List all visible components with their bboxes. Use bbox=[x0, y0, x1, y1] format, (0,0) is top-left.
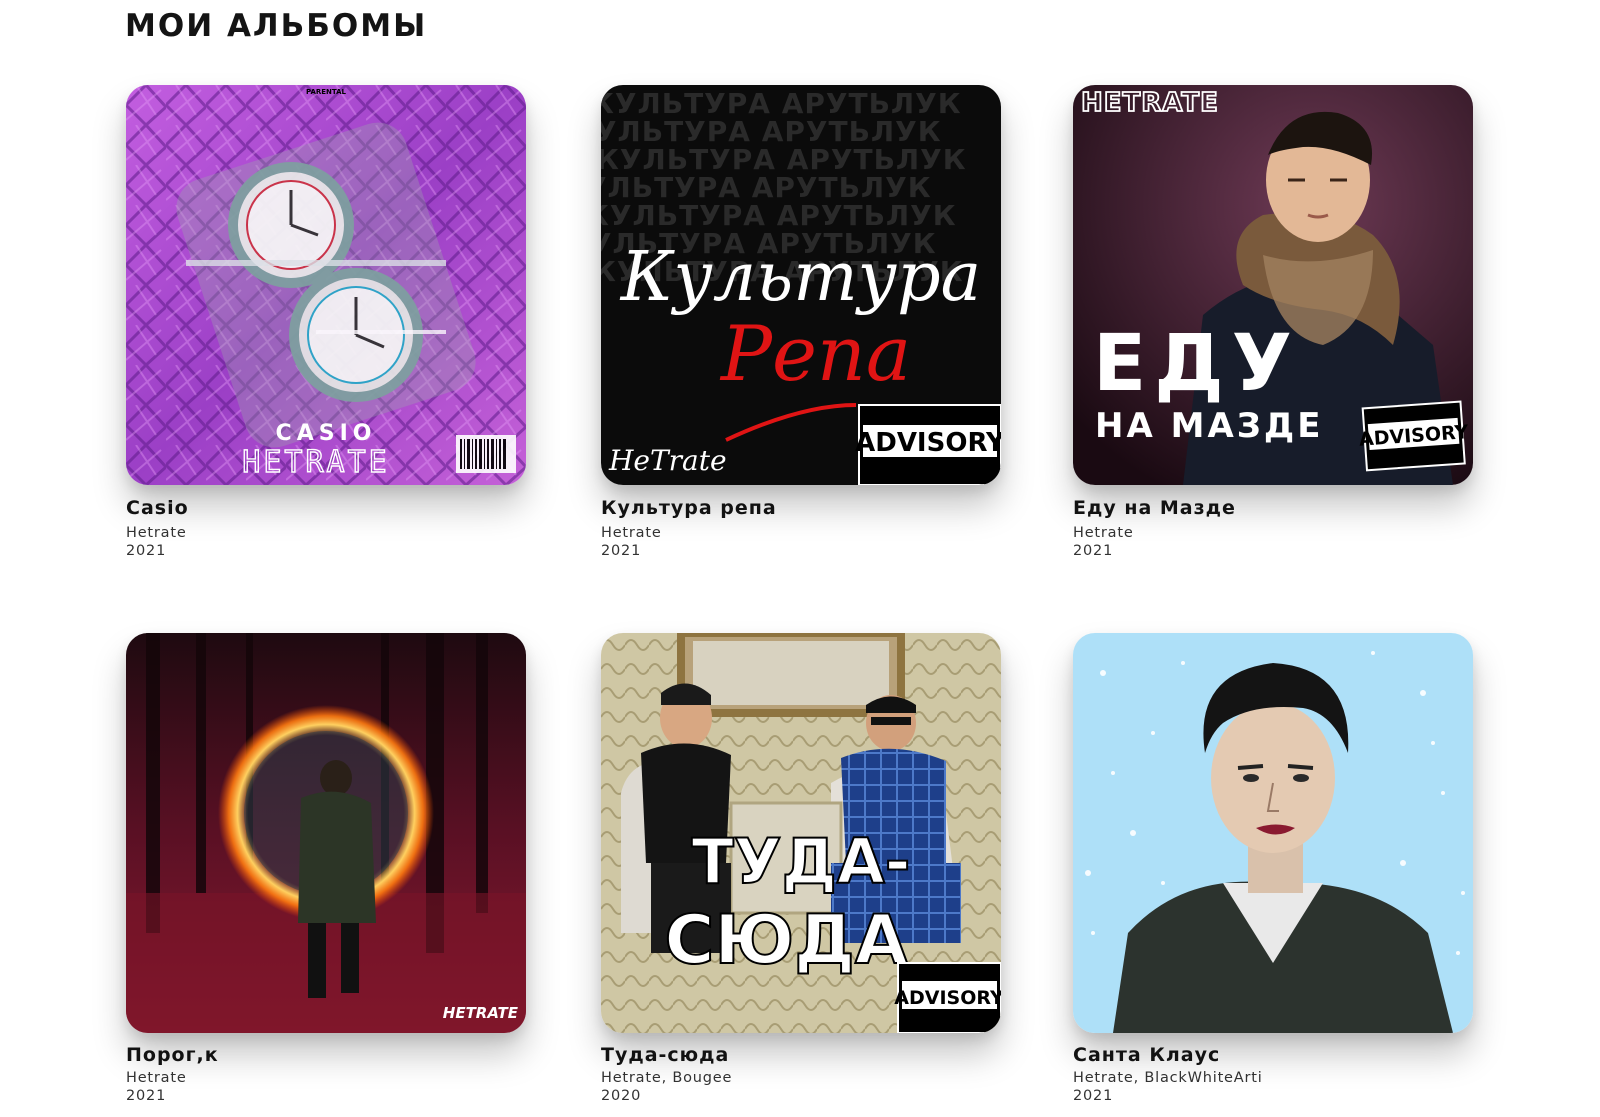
album-cover[interactable] bbox=[1073, 633, 1473, 1033]
cover-subtitle-text: Репа bbox=[719, 309, 911, 398]
cover-title-text: ЕДУ bbox=[1093, 319, 1300, 409]
album-artist: Hetrate bbox=[126, 1070, 187, 1086]
album-artist: Hetrate bbox=[126, 525, 187, 541]
album-cover-art: HETRATE bbox=[126, 633, 526, 1033]
cover-artist-text: HETRATE bbox=[1081, 88, 1219, 118]
album-artist: Hetrate bbox=[601, 525, 662, 541]
album-cover[interactable]: ТУДА- СЮДА PARENTAL ADVISORY EXPLICIT CO… bbox=[601, 633, 1001, 1033]
album-cover[interactable]: КУЛЬТУРА АРУТЬЛУК КУЛЬТУРА АРУТЬЛУК КУЛЬ… bbox=[601, 85, 1001, 485]
album-title[interactable]: Культура репа bbox=[601, 496, 1001, 520]
parental-advisory-badge: PARENTAL ADVISORY EXPLICIT CONTENT bbox=[855, 404, 1001, 485]
parental-advisory-badge: PARENTAL ADVISORY EXPLICIT CONTENT bbox=[894, 962, 1001, 1033]
cover-subtitle-text: СЮДА bbox=[665, 901, 908, 980]
svg-text:EXPLICIT CONTENT: EXPLICIT CONTENT bbox=[866, 466, 994, 480]
album-card-santa-klaus[interactable]: Санта Клаус Hetrate, BlackWhiteArti 2021 bbox=[1073, 633, 1473, 1105]
cover-artist-text: HETRATE bbox=[242, 445, 389, 480]
cover-artist-text: HeTrate bbox=[608, 444, 727, 477]
album-year: 2021 bbox=[126, 1088, 167, 1104]
album-cover[interactable]: HETRATE bbox=[126, 633, 526, 1033]
svg-text:ADVISORY: ADVISORY bbox=[894, 987, 1001, 1009]
album-cover-art: HETRATE ЕДУ НА МАЗДЕ PARENTAL ADVISORY E… bbox=[1073, 85, 1473, 485]
album-card-porog[interactable]: HETRATE Порог,к Hetrate 2021 bbox=[126, 633, 526, 1105]
album-cover-art bbox=[1073, 633, 1473, 1033]
album-cover-art: КУЛЬТУРА АРУТЬЛУК КУЛЬТУРА АРУТЬЛУК КУЛЬ… bbox=[601, 85, 1001, 485]
album-year: 2021 bbox=[1073, 543, 1114, 559]
album-year: 2020 bbox=[601, 1088, 642, 1104]
album-card-tuda-syuda[interactable]: ТУДА- СЮДА PARENTAL ADVISORY EXPLICIT CO… bbox=[601, 633, 1001, 1105]
cover-title-text: ТУДА- bbox=[691, 825, 910, 898]
album-cover[interactable]: PARENTAL CASIO HETRATE bbox=[126, 85, 526, 485]
album-year: 2021 bbox=[1073, 1088, 1114, 1104]
album-cover-art: ТУДА- СЮДА PARENTAL ADVISORY EXPLICIT CO… bbox=[601, 633, 1001, 1033]
album-title[interactable]: Санта Клаус bbox=[1073, 1043, 1473, 1067]
album-card-casio[interactable]: PARENTAL CASIO HETRATE Casio Hetrate 202… bbox=[126, 85, 526, 560]
album-artist: Hetrate, Bougee bbox=[601, 1070, 733, 1086]
svg-text:PARENTAL: PARENTAL bbox=[877, 410, 983, 425]
parental-advisory-badge: PARENTAL ADVISORY EXPLICIT CONTENT bbox=[1358, 400, 1469, 472]
svg-text:EXPLICIT CONTENT: EXPLICIT CONTENT bbox=[901, 1017, 998, 1027]
svg-text:ADVISORY: ADVISORY bbox=[855, 428, 1001, 458]
album-artist: Hetrate bbox=[1073, 525, 1134, 541]
advisory-label: PARENTAL bbox=[306, 88, 347, 96]
album-card-edu-na-mazde[interactable]: HETRATE ЕДУ НА МАЗДЕ PARENTAL ADVISORY E… bbox=[1073, 85, 1473, 560]
album-title[interactable]: Casio bbox=[126, 496, 526, 520]
album-title[interactable]: Туда-сюда bbox=[601, 1043, 1001, 1067]
page-title: МОИ АЛЬБОМЫ bbox=[125, 8, 428, 44]
cover-subtitle-text: НА МАЗДЕ bbox=[1095, 406, 1323, 446]
album-title[interactable]: Еду на Мазде bbox=[1073, 496, 1473, 520]
album-cover[interactable]: HETRATE ЕДУ НА МАЗДЕ PARENTAL ADVISORY E… bbox=[1073, 85, 1473, 485]
cover-text: CASIO bbox=[276, 421, 377, 446]
cover-artist-text: HETRATE bbox=[443, 1004, 519, 1022]
svg-text:PARENTAL: PARENTAL bbox=[908, 969, 989, 980]
album-card-kultura-repa[interactable]: КУЛЬТУРА АРУТЬЛУК КУЛЬТУРА АРУТЬЛУК КУЛЬ… bbox=[601, 85, 1001, 560]
album-cover-art: PARENTAL CASIO HETRATE bbox=[126, 85, 526, 485]
cover-title-text: Культура bbox=[619, 238, 981, 317]
album-artist: Hetrate, BlackWhiteArti bbox=[1073, 1070, 1263, 1086]
album-title[interactable]: Порог,к bbox=[126, 1043, 526, 1067]
album-year: 2021 bbox=[601, 543, 642, 559]
barcode bbox=[456, 435, 516, 473]
album-year: 2021 bbox=[126, 543, 167, 559]
